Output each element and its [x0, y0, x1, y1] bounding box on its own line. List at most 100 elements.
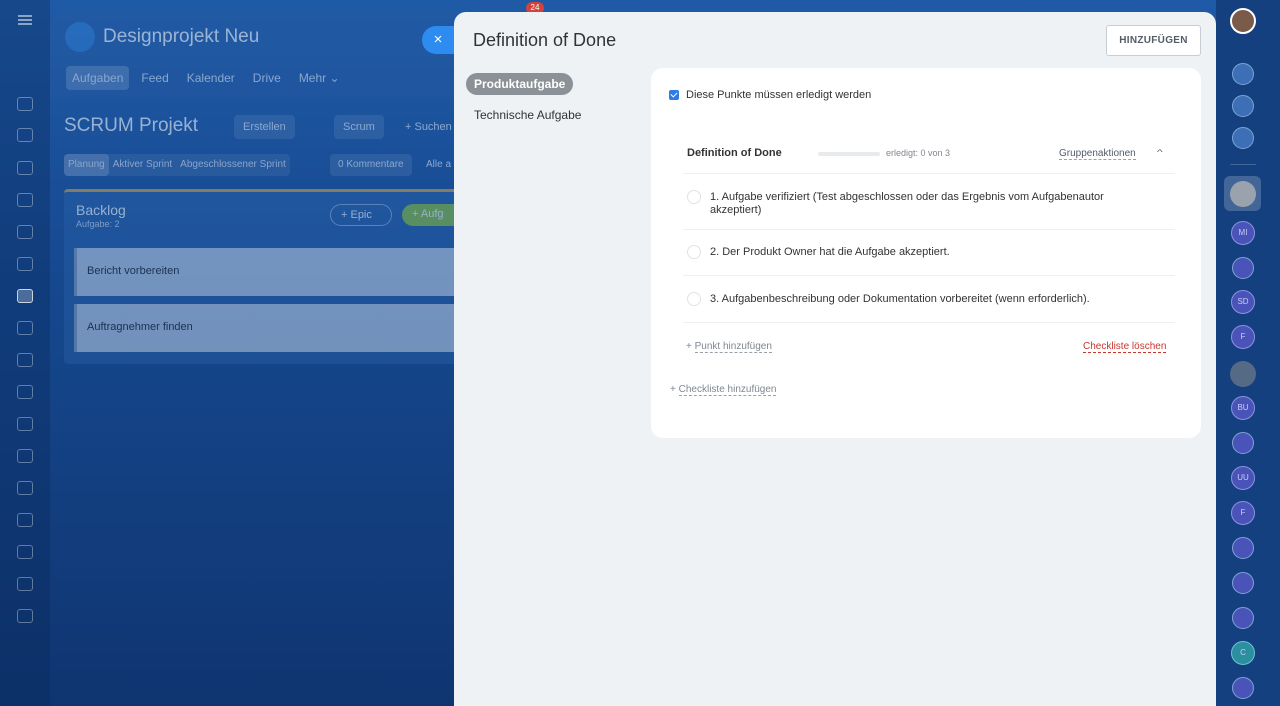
project-tabs: Aufgaben Feed Kalender Drive Mehr ⌄ — [66, 66, 346, 90]
group-actions-link[interactable]: Gruppenaktionen — [1059, 148, 1136, 160]
nav-icon[interactable] — [17, 513, 33, 527]
menu-item-product-task[interactable]: Produktaufgabe — [466, 73, 574, 95]
comments-count: 0 — [338, 159, 344, 170]
add-epic-button[interactable]: + Epic — [330, 204, 392, 226]
tab-more[interactable]: Mehr ⌄ — [293, 66, 346, 90]
definition-of-done-panel: Definition of Done HINZUFÜGEN Produktauf… — [454, 12, 1216, 706]
menu-icon[interactable] — [18, 15, 32, 25]
group-chat-icon[interactable] — [1232, 572, 1254, 594]
tab-completed-sprint[interactable]: Abgeschlossener Sprint — [176, 154, 290, 176]
nav-icon[interactable] — [17, 577, 33, 591]
checklist-item: 2. Der Produkt Owner hat die Aufgabe akz… — [687, 245, 1127, 259]
add-point-link[interactable]: + Punkt hinzufügen — [686, 341, 772, 353]
tasks-icon[interactable] — [17, 289, 33, 303]
tab-drive[interactable]: Drive — [247, 66, 287, 90]
checklist-title: Definition of Done — [687, 147, 782, 159]
group-chat-icon[interactable] — [1232, 432, 1254, 454]
scrum-title: SCRUM Projekt — [64, 115, 199, 136]
tab-feed[interactable]: Feed — [135, 66, 174, 90]
avatar[interactable] — [1230, 361, 1256, 387]
nav-icon[interactable] — [17, 449, 33, 463]
tab-calendar[interactable]: Kalender — [181, 66, 241, 90]
backlog-count: Aufgabe: 2 — [76, 219, 120, 229]
nav-icon[interactable] — [17, 128, 33, 142]
group-chat-icon[interactable] — [1232, 537, 1254, 559]
nav-icon[interactable] — [17, 161, 33, 175]
create-button[interactable]: Erstellen — [234, 115, 295, 139]
checklist-item-text[interactable]: 2. Der Produkt Owner hat die Aufgabe akz… — [710, 246, 950, 259]
search-icon[interactable] — [1232, 127, 1254, 149]
bell-icon[interactable] — [1232, 63, 1254, 85]
divider — [1230, 164, 1256, 165]
type-menu: Produktaufgabe Technische Aufgabe — [466, 73, 589, 135]
add-checklist-link[interactable]: + Checkliste hinzufügen — [670, 384, 777, 396]
user-avatar[interactable]: UU — [1231, 466, 1255, 490]
requirement-toggle[interactable]: Diese Punkte müssen erledigt werden — [669, 89, 871, 101]
nav-icon[interactable] — [17, 321, 33, 335]
nav-icon[interactable] — [17, 193, 33, 207]
divider — [683, 275, 1175, 276]
search-input[interactable]: + Suchen — [396, 115, 461, 139]
backlog-panel: Backlog Aufgabe: 2 + Epic + Aufg Bericht… — [64, 189, 472, 364]
background-page: Designprojekt Neu Aufgaben Feed Kalender… — [50, 12, 472, 706]
nav-icon[interactable] — [17, 257, 33, 271]
divider — [683, 322, 1175, 323]
nav-icon[interactable] — [17, 545, 33, 559]
user-avatar[interactable]: F — [1231, 501, 1255, 525]
nav-icon[interactable] — [17, 417, 33, 431]
panel-title: Definition of Done — [473, 30, 617, 50]
right-sidebar: MI SD F BU UU F C — [1216, 0, 1280, 706]
item-checkbox[interactable] — [687, 190, 701, 204]
planning-tabs: Planung Aktiver Sprint Abgeschlossener S… — [64, 154, 290, 176]
group-chat-icon[interactable] — [1232, 257, 1254, 279]
project-title: Designprojekt Neu — [103, 26, 260, 47]
folder-icon — [65, 22, 95, 52]
nav-icon[interactable] — [17, 353, 33, 367]
avatar[interactable] — [1230, 8, 1256, 34]
project-header: Designprojekt Neu Aufgaben Feed Kalender… — [50, 12, 470, 98]
nav-icon[interactable] — [17, 225, 33, 239]
user-avatar[interactable]: F — [1231, 325, 1255, 349]
user-avatar[interactable]: C — [1231, 641, 1255, 665]
delete-checklist-link[interactable]: Checkliste löschen — [1083, 341, 1167, 353]
checklist-item: 3. Aufgabenbeschreibung oder Dokumentati… — [687, 292, 1127, 306]
checkbox-checked-icon[interactable] — [669, 90, 679, 100]
chevron-up-icon[interactable]: ^ — [1157, 148, 1163, 156]
user-avatar[interactable]: BU — [1231, 396, 1255, 420]
filter-chip[interactable]: Scrum — [334, 115, 384, 139]
checklist-item: 1. Aufgabe verifiziert (Test abgeschloss… — [687, 190, 1127, 217]
copilot-icon[interactable] — [1232, 95, 1254, 117]
task-card[interactable]: Auftragnehmer finden — [74, 304, 470, 352]
checklist-card: Diese Punkte müssen erledigt werden Defi… — [651, 68, 1201, 438]
add-button[interactable]: HINZUFÜGEN — [1106, 25, 1201, 56]
tab-planning[interactable]: Planung — [64, 154, 109, 176]
close-slider-button[interactable]: × — [422, 26, 454, 54]
nav-icon[interactable] — [17, 481, 33, 495]
add-point-label: Punkt hinzufügen — [694, 341, 772, 353]
nav-icon[interactable] — [17, 385, 33, 399]
checklist-progress-bar — [818, 152, 880, 156]
backlog-title: Backlog — [76, 202, 126, 218]
nav-icon[interactable] — [17, 97, 33, 111]
menu-item-technical-task[interactable]: Technische Aufgabe — [466, 104, 589, 126]
tab-active-sprint[interactable]: Aktiver Sprint — [109, 154, 176, 176]
task-card[interactable]: Bericht vorbereiten — [74, 248, 470, 296]
item-checkbox[interactable] — [687, 245, 701, 259]
filter-all[interactable]: Alle a — [420, 154, 457, 176]
checklist-item-text[interactable]: 1. Aufgabe verifiziert (Test abgeschloss… — [710, 191, 1127, 217]
comments-label: Kommentare — [346, 159, 404, 170]
comments-filter[interactable]: 0 Kommentare — [330, 154, 412, 176]
item-checkbox[interactable] — [687, 292, 701, 306]
group-chat-icon[interactable] — [1232, 677, 1254, 699]
tab-tasks[interactable]: Aufgaben — [66, 66, 130, 90]
user-avatar[interactable]: SD — [1231, 290, 1255, 314]
group-chat-icon[interactable] — [1232, 607, 1254, 629]
divider — [683, 173, 1175, 174]
add-checklist-label: Checkliste hinzufügen — [678, 384, 777, 396]
checklist-status: erledigt: 0 von 3 — [886, 148, 951, 158]
user-avatar[interactable]: MI — [1231, 221, 1255, 245]
checklist-item-text[interactable]: 3. Aufgabenbeschreibung oder Dokumentati… — [710, 293, 1090, 306]
requirement-label: Diese Punkte müssen erledigt werden — [686, 89, 872, 101]
avatar[interactable] — [1230, 181, 1256, 207]
nav-icon[interactable] — [17, 609, 33, 623]
